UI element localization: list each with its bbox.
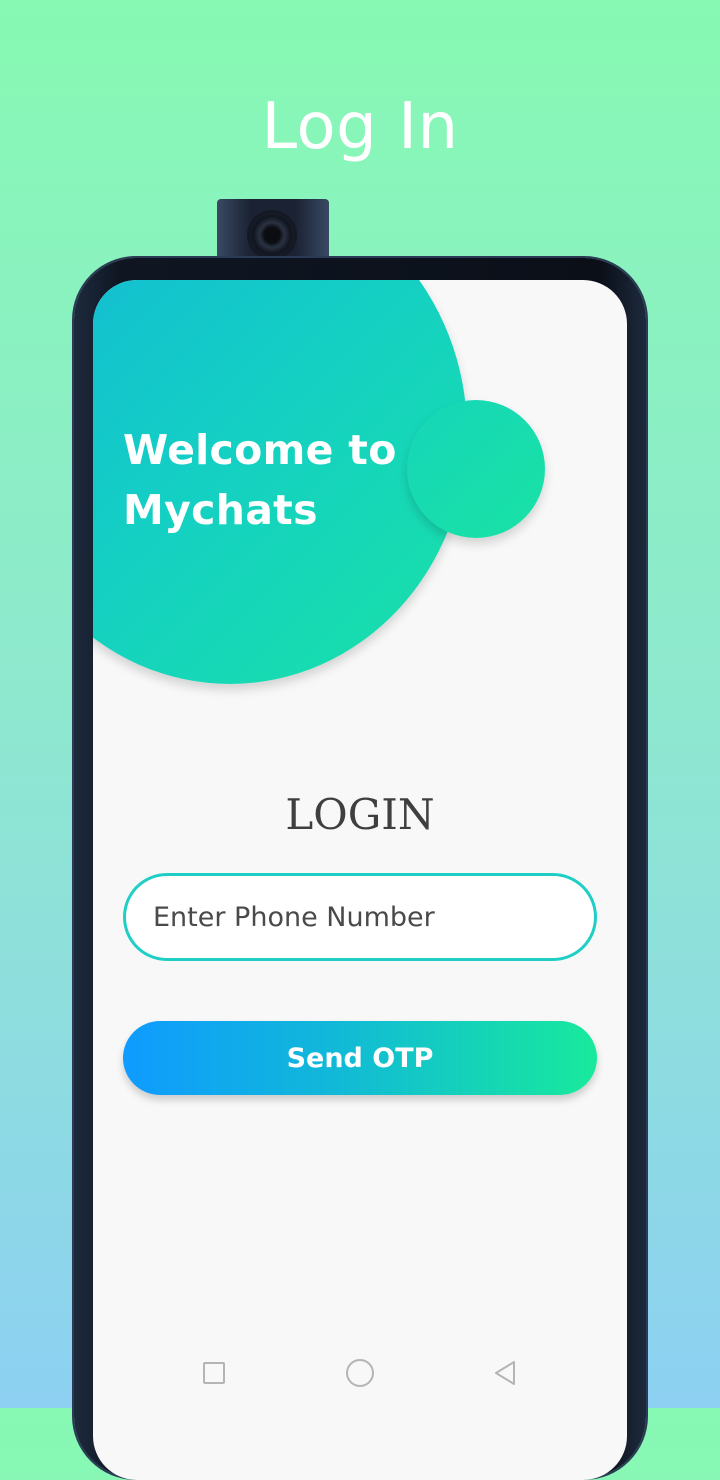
welcome-line-1: Welcome to — [123, 426, 397, 474]
send-otp-button[interactable]: Send OTP — [123, 1021, 597, 1095]
welcome-line-2: Mychats — [123, 486, 318, 534]
back-button[interactable] — [485, 1348, 525, 1398]
back-icon — [495, 1361, 515, 1385]
home-button[interactable] — [340, 1348, 380, 1398]
home-icon — [346, 1359, 374, 1387]
recent-apps-icon — [203, 1362, 225, 1384]
popup-camera — [217, 199, 329, 265]
camera-lens-icon — [250, 213, 294, 257]
login-heading: LOGIN — [285, 790, 435, 839]
phone-number-input[interactable] — [123, 873, 597, 961]
recent-apps-button[interactable] — [194, 1348, 234, 1398]
phone-screen: Welcome to Mychats LOGIN Send OTP — [93, 280, 627, 1480]
page-title: Log In — [261, 90, 459, 164]
welcome-message: Welcome to Mychats — [123, 420, 463, 540]
navigation-bar — [93, 1348, 627, 1398]
